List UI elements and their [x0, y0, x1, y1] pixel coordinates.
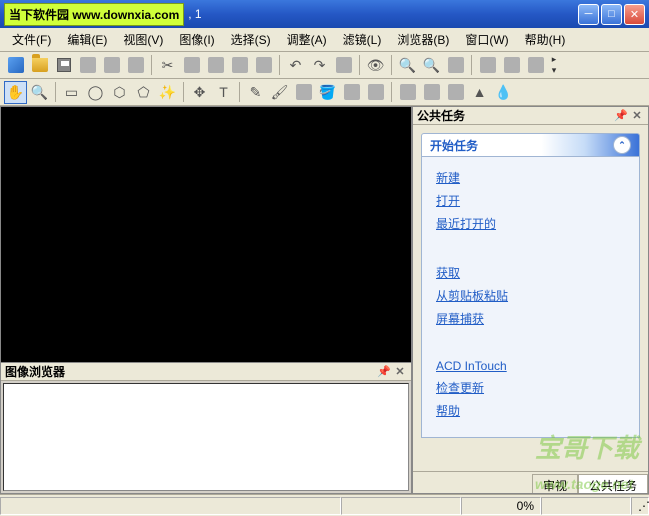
rulers-icon[interactable] — [500, 54, 523, 77]
resize-grip-icon[interactable]: ⋰ — [631, 497, 649, 515]
toolbar-main: ✂ ↶ ↷ 👁 🔍 🔍 ▸▾ — [0, 52, 649, 79]
task-link-new[interactable]: 新建 — [436, 169, 625, 186]
title-bar: 当下软件园 www.downxia.com , 1 ─ □ ✕ — [0, 0, 649, 28]
menu-edit[interactable]: 编辑(E) — [59, 29, 115, 50]
tasks-tabs: 审视 公共任务 — [413, 471, 648, 493]
grid-icon[interactable] — [476, 54, 499, 77]
home-icon[interactable] — [4, 54, 27, 77]
task-link-paste-clip[interactable]: 从剪贴板粘贴 — [436, 287, 625, 304]
menu-image[interactable]: 图像(I) — [171, 29, 222, 50]
scan-icon[interactable] — [100, 54, 123, 77]
tasks-close-icon[interactable]: ✕ — [630, 109, 644, 122]
status-percent: 0% — [461, 497, 541, 515]
revert-icon[interactable] — [332, 54, 355, 77]
eraser-icon[interactable] — [364, 81, 387, 104]
select-rect-icon[interactable]: ▭ — [60, 81, 83, 104]
tab-public-tasks[interactable]: 公共任务 — [578, 474, 648, 493]
canvas[interactable] — [1, 107, 411, 362]
cut-icon[interactable]: ✂ — [156, 54, 179, 77]
task-section-header: 开始任务 ⌃ — [421, 133, 640, 157]
task-link-update[interactable]: 检查更新 — [436, 379, 625, 396]
window-controls: ─ □ ✕ — [578, 4, 645, 25]
title-suffix: , 1 — [188, 7, 578, 21]
menu-filter[interactable]: 滤镜(L) — [335, 29, 390, 50]
task-link-help[interactable]: 帮助 — [436, 402, 625, 419]
image-browser-header: 图像浏览器 📌 ✕ — [1, 363, 411, 381]
panel-close-icon[interactable]: ✕ — [393, 365, 407, 378]
hand-tool-icon[interactable]: ✋ — [4, 81, 27, 104]
zoom-fit-icon[interactable] — [444, 54, 467, 77]
text-tool-icon[interactable]: T — [212, 81, 235, 104]
sharpen-icon[interactable]: ▲ — [468, 81, 491, 104]
move-tool-icon[interactable]: ✥ — [188, 81, 211, 104]
select-ellipse-icon[interactable]: ◯ — [84, 81, 107, 104]
menu-help[interactable]: 帮助(H) — [517, 29, 574, 50]
select-lasso-icon[interactable]: ⬡ — [108, 81, 131, 104]
save-icon[interactable] — [52, 54, 75, 77]
task-link-screen-cap[interactable]: 屏幕捕获 — [436, 310, 625, 327]
status-bar: 0% ⋰ — [0, 494, 649, 516]
tasks-header: 公共任务 📌 ✕ — [413, 107, 648, 125]
menu-bar: 文件(F) 编辑(E) 视图(V) 图像(I) 选择(S) 调整(A) 滤镜(L… — [0, 28, 649, 52]
fill-icon[interactable]: 🪣 — [316, 81, 339, 104]
tasks-pane: 公共任务 📌 ✕ 开始任务 ⌃ 新建 打开 最近打开的 获取 从剪贴板粘贴 屏幕… — [412, 106, 649, 494]
preview-icon[interactable]: 👁 — [364, 54, 387, 77]
menu-view[interactable]: 视图(V) — [115, 29, 171, 50]
menu-browser[interactable]: 浏览器(B) — [389, 29, 457, 50]
clipboard-icon[interactable] — [252, 54, 275, 77]
task-link-open[interactable]: 打开 — [436, 192, 625, 209]
zoom-tool-icon[interactable]: 🔍 — [28, 81, 51, 104]
maximize-button[interactable]: □ — [601, 4, 622, 25]
collapse-icon[interactable]: ⌃ — [613, 136, 631, 154]
tasks-title: 公共任务 — [417, 107, 614, 124]
select-poly-icon[interactable]: ⬠ — [132, 81, 155, 104]
image-browser-body[interactable] — [3, 383, 409, 491]
main-area: 图像浏览器 📌 ✕ 公共任务 📌 ✕ 开始任务 ⌃ 新建 打 — [0, 106, 649, 494]
task-link-recent[interactable]: 最近打开的 — [436, 215, 625, 232]
menu-adjust[interactable]: 调整(A) — [279, 29, 335, 50]
paste-icon[interactable] — [204, 54, 227, 77]
airbrush-icon[interactable] — [292, 81, 315, 104]
title-badge: 当下软件园 www.downxia.com — [4, 3, 184, 26]
zoom-out-icon[interactable]: 🔍 — [420, 54, 443, 77]
layers-icon[interactable] — [524, 54, 547, 77]
magic-wand-icon[interactable]: ✨ — [156, 81, 179, 104]
status-message — [0, 497, 341, 515]
task-section-title: 开始任务 — [430, 137, 613, 154]
print-icon[interactable] — [76, 54, 99, 77]
minimize-button[interactable]: ─ — [578, 4, 599, 25]
status-cell-2 — [341, 497, 461, 515]
toolbar-overflow-icon[interactable]: ▸▾ — [548, 54, 560, 76]
image-browser-panel: 图像浏览器 📌 ✕ — [1, 362, 411, 493]
tab-review[interactable]: 审视 — [532, 474, 578, 493]
blur-icon[interactable]: 💧 — [492, 81, 515, 104]
paste-new-icon[interactable] — [228, 54, 251, 77]
eyedropper-icon[interactable] — [396, 81, 419, 104]
left-pane: 图像浏览器 📌 ✕ — [0, 106, 412, 494]
clone-icon[interactable] — [420, 81, 443, 104]
smudge-icon[interactable] — [444, 81, 467, 104]
task-link-acquire[interactable]: 获取 — [436, 264, 625, 281]
close-button[interactable]: ✕ — [624, 4, 645, 25]
zoom-in-icon[interactable]: 🔍 — [396, 54, 419, 77]
task-section-body: 新建 打开 最近打开的 获取 从剪贴板粘贴 屏幕捕获 ACD InTouch 检… — [421, 157, 640, 438]
gradient-icon[interactable] — [340, 81, 363, 104]
camera-icon[interactable] — [124, 54, 147, 77]
brush-icon[interactable]: 🖌 — [268, 81, 291, 104]
undo-icon[interactable]: ↶ — [284, 54, 307, 77]
menu-select[interactable]: 选择(S) — [223, 29, 279, 50]
pin-icon[interactable]: 📌 — [377, 365, 391, 378]
tasks-pin-icon[interactable]: 📌 — [614, 109, 628, 122]
toolbar-tools: ✋ 🔍 ▭ ◯ ⬡ ⬠ ✨ ✥ T ✎ 🖌 🪣 ▲ 💧 — [0, 79, 649, 106]
menu-window[interactable]: 窗口(W) — [457, 29, 516, 50]
tasks-body: 开始任务 ⌃ 新建 打开 最近打开的 获取 从剪贴板粘贴 屏幕捕获 ACD In… — [413, 125, 648, 471]
open-icon[interactable] — [28, 54, 51, 77]
task-link-acd[interactable]: ACD InTouch — [436, 359, 625, 373]
redo-icon[interactable]: ↷ — [308, 54, 331, 77]
copy-icon[interactable] — [180, 54, 203, 77]
pencil-icon[interactable]: ✎ — [244, 81, 267, 104]
image-browser-title: 图像浏览器 — [5, 363, 377, 380]
status-cell-4 — [541, 497, 631, 515]
menu-file[interactable]: 文件(F) — [4, 29, 59, 50]
